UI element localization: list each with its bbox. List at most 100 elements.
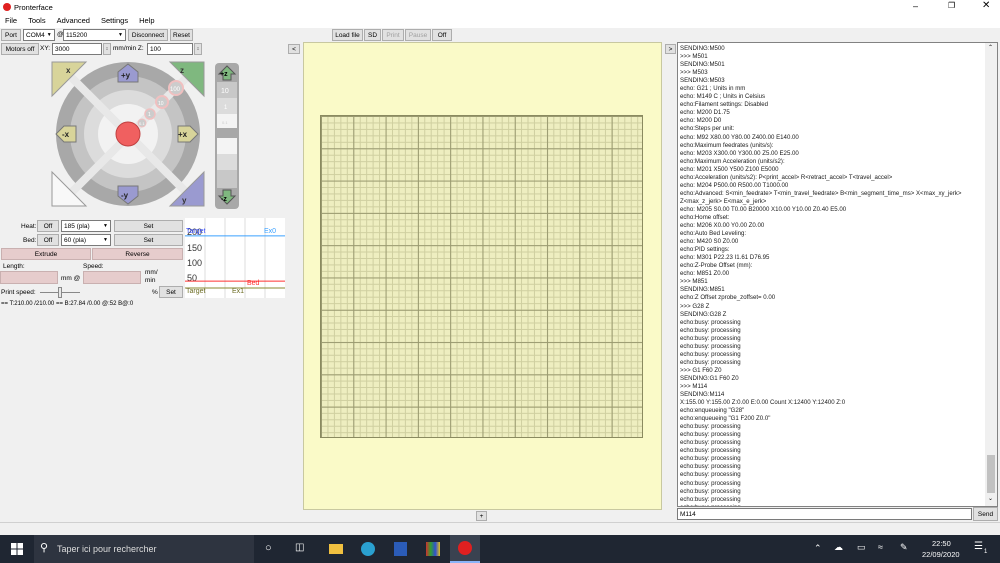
close-button[interactable]: ✕: [982, 0, 990, 11]
pause-button[interactable]: Pause: [405, 29, 431, 41]
send-button[interactable]: Send: [973, 507, 998, 521]
extrude-button[interactable]: Extrude: [1, 248, 91, 260]
console-line: echo: M205 S0.00 T0.00 B20000 X10.00 Y10…: [680, 205, 847, 213]
search-placeholder: Taper ici pour rechercher: [57, 544, 157, 554]
build-plate-grid[interactable]: [320, 115, 643, 438]
windows-start-icon[interactable]: [11, 543, 23, 555]
menu-file[interactable]: File: [5, 16, 17, 25]
disconnect-button[interactable]: Disconnect: [128, 29, 168, 41]
bed-value: 60 (pla): [64, 236, 87, 244]
home-y-label: y: [182, 196, 187, 205]
onedrive-error-icon[interactable]: ☁: [834, 542, 843, 553]
cortana-icon[interactable]: ○: [265, 542, 272, 554]
chevron-down-icon: ▼: [118, 32, 123, 38]
console-line: echo:busy: processing: [680, 479, 741, 487]
bed-select[interactable]: 60 (pla) ▼: [61, 234, 111, 246]
minimize-button[interactable]: –: [913, 1, 918, 11]
heat-select[interactable]: 185 (pla) ▼: [61, 220, 111, 232]
minus-x-label: -x: [62, 130, 70, 139]
print-speed-set-button[interactable]: Set: [159, 286, 183, 298]
xy-jog-control[interactable]: x z y +y -y -x +x 100 10 1 0.1: [50, 60, 210, 210]
step-1-label: 1: [148, 112, 151, 118]
console-line: echo:busy: processing: [680, 463, 741, 471]
off-button[interactable]: Off: [432, 29, 452, 41]
menu-settings[interactable]: Settings: [101, 16, 128, 25]
maximize-button[interactable]: ❐: [948, 1, 955, 10]
mm-min-label: mm/ min: [145, 269, 158, 284]
heat-off-button[interactable]: Off: [37, 220, 59, 232]
toggle-right-panel-button[interactable]: >: [665, 44, 676, 54]
z-jog-control[interactable]: +z -z 10 1 0.1: [214, 62, 240, 210]
console-line: echo: M200 D1.75: [680, 109, 730, 117]
port-select[interactable]: COM4 ▼: [23, 29, 55, 41]
console-line: echo:busy: processing: [680, 342, 741, 350]
z-feedrate-input[interactable]: 100: [147, 43, 193, 55]
task-view-icon[interactable]: ◫: [295, 542, 304, 553]
clock-time[interactable]: 22:50: [932, 539, 951, 548]
console-scrollbar[interactable]: ⌃ ⌄: [985, 43, 997, 506]
legend-target-bed: Target: [186, 288, 206, 295]
menu-help[interactable]: Help: [139, 16, 154, 25]
pronterface-taskbar-button[interactable]: [450, 535, 480, 563]
console-log[interactable]: SENDING:M500 >>> M501 SENDING:M501 >>> M503…: [677, 42, 998, 507]
print-speed-slider-thumb[interactable]: [58, 287, 62, 298]
print-button[interactable]: Print: [382, 29, 404, 41]
console-line: SENDING:G28 Z: [680, 310, 727, 318]
console-line: >>> M501: [680, 53, 708, 61]
heat-value: 185 (pla): [64, 222, 90, 230]
menu-tools[interactable]: Tools: [28, 16, 46, 25]
bed-off-button[interactable]: Off: [37, 234, 59, 246]
load-file-button[interactable]: Load file: [332, 29, 363, 41]
command-input[interactable]: M114: [677, 508, 972, 520]
console-line: SENDING:M501: [680, 61, 725, 69]
wifi-icon[interactable]: ≈: [878, 542, 883, 552]
print-speed-slider[interactable]: [40, 287, 80, 298]
reset-button[interactable]: Reset: [170, 29, 193, 41]
collapse-left-button[interactable]: <: [288, 44, 300, 54]
reverse-button[interactable]: Reverse: [92, 248, 183, 260]
port-button[interactable]: Port: [1, 29, 21, 41]
file-explorer-icon[interactable]: [329, 544, 343, 554]
notifications-icon[interactable]: ☰: [974, 541, 983, 552]
plus-z-label: +z: [220, 71, 228, 78]
console-line: echo:Maximum feedrates (units/s):: [680, 141, 774, 149]
console-line: echo:busy: processing: [680, 334, 741, 342]
console-line: SENDING:G1 F60 Z0: [680, 374, 739, 382]
console-line: SENDING:M503: [680, 77, 725, 85]
console-line: echo:busy: processing: [680, 358, 741, 366]
show-hidden-icons[interactable]: ⌃: [814, 543, 822, 554]
scroll-down-icon[interactable]: ⌄: [988, 495, 993, 502]
baud-select[interactable]: 115200 ▼: [63, 29, 126, 41]
word-icon[interactable]: [394, 542, 407, 556]
speed-input[interactable]: [83, 271, 141, 284]
console-scrollbar-thumb[interactable]: [987, 455, 995, 493]
y-tick-150: 150: [187, 243, 202, 253]
z-feedrate-spinner[interactable]: ↕: [194, 43, 202, 55]
xy-feedrate-spinner[interactable]: ↕: [103, 43, 111, 55]
chevron-down-icon: ▼: [103, 223, 108, 229]
bed-set-button[interactable]: Set: [114, 234, 183, 246]
scroll-up-icon[interactable]: ⌃: [988, 44, 993, 51]
xy-feedrate-input[interactable]: 3000: [52, 43, 102, 55]
y-tick-100: 100: [187, 258, 202, 268]
menu-advanced[interactable]: Advanced: [57, 16, 90, 25]
sd-button[interactable]: SD: [364, 29, 381, 41]
app-logo-icon: [3, 3, 11, 11]
xy-label: XY:: [40, 45, 51, 52]
step-10-label: 10: [158, 101, 164, 107]
pen-icon[interactable]: ✎: [900, 542, 908, 553]
battery-icon[interactable]: ▭: [857, 542, 866, 553]
add-object-button[interactable]: +: [476, 511, 487, 521]
motors-off-button[interactable]: Motors off: [1, 43, 39, 55]
console-line: echo:busy: processing: [680, 504, 985, 506]
heat-set-button[interactable]: Set: [114, 220, 183, 232]
app-icon[interactable]: [426, 542, 440, 556]
taskbar-search-box[interactable]: ⚲ Taper ici pour rechercher: [34, 535, 254, 563]
percent-label: %: [152, 289, 158, 296]
plus-y-label: +y: [121, 71, 131, 80]
clock-date[interactable]: 22/09/2020: [922, 550, 960, 559]
edge-icon[interactable]: [361, 542, 375, 556]
length-input[interactable]: [0, 271, 58, 284]
console-line: echo: M200 D0: [680, 117, 722, 125]
console-line: echo:enqueueing "G28": [680, 407, 745, 415]
